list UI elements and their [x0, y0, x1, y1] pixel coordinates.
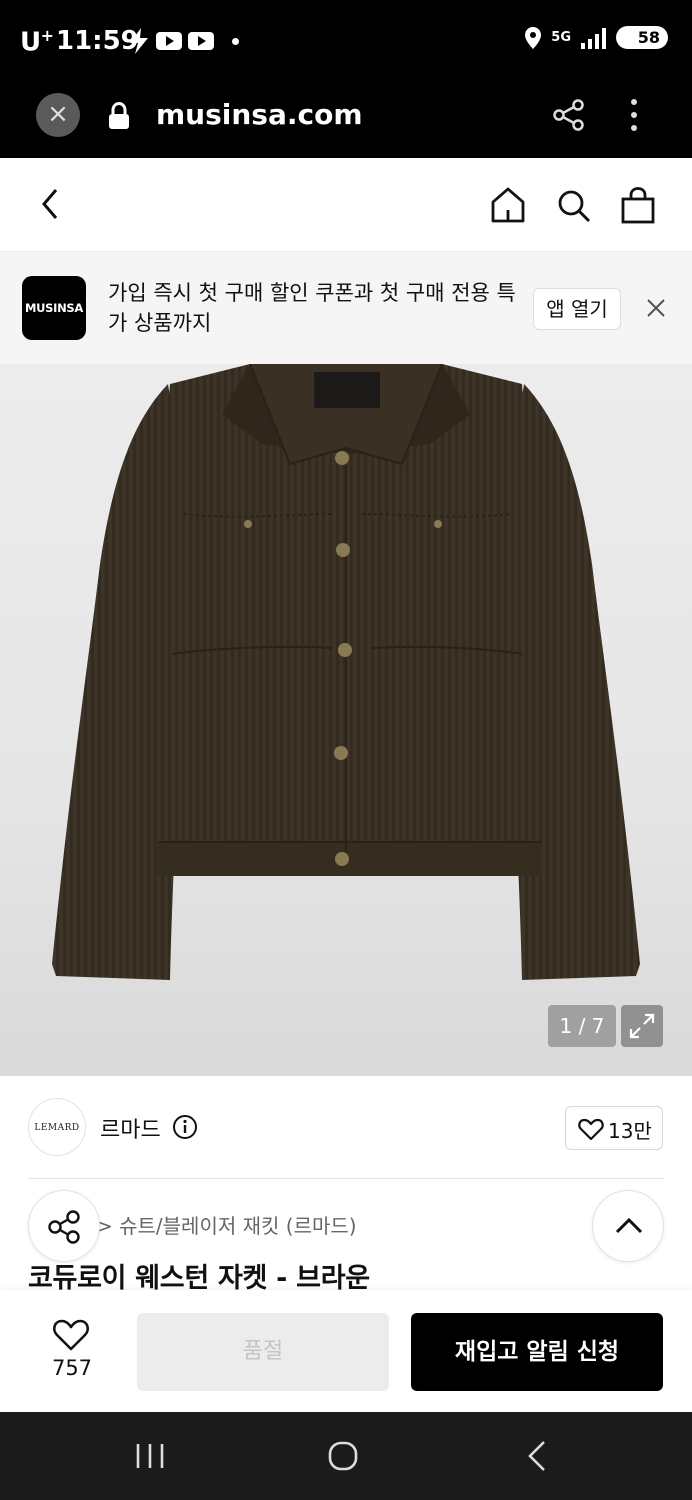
lock-icon — [109, 102, 129, 129]
nav-back-icon[interactable] — [526, 1440, 550, 1472]
brand-like-button[interactable]: 13만 — [565, 1106, 663, 1150]
category-breadcrumb[interactable]: > 슈트/블레이저 재킷 (르마드) — [96, 1210, 357, 1239]
wishlist-count: 757 — [51, 1356, 93, 1380]
heart-icon — [52, 1319, 90, 1351]
location-icon — [525, 26, 542, 49]
product-image[interactable] — [0, 364, 692, 1076]
back-arrow-icon[interactable] — [36, 186, 66, 222]
system-nav-bar — [0, 1412, 692, 1500]
system-icons: 5G 58 — [525, 26, 668, 49]
image-counter: 1 / 7 — [548, 1005, 616, 1047]
brand-name[interactable]: 르마드 — [100, 1112, 161, 1144]
product-page: U+ 11:59 5G 58 × musinsa.com MUSINSA 가입 … — [0, 0, 692, 1500]
home-circle-icon[interactable] — [328, 1440, 358, 1472]
home-icon[interactable] — [490, 186, 526, 224]
battery-indicator: 58 — [616, 26, 668, 49]
share-icon[interactable] — [552, 98, 586, 132]
signal-icon — [581, 27, 606, 49]
search-icon[interactable] — [556, 188, 592, 224]
scroll-top-button[interactable] — [592, 1190, 664, 1262]
app-promo-banner: MUSINSA 가입 즉시 첫 구매 할인 쿠폰과 첫 구매 전용 특가 상품까… — [0, 252, 692, 364]
share-floating-button[interactable] — [28, 1190, 100, 1262]
wishlist-button[interactable]: 757 — [36, 1314, 108, 1394]
purchase-action-bar: 757 품절 재입고 알림 신청 — [0, 1290, 692, 1412]
chevron-up-icon — [615, 1217, 643, 1234]
divider — [28, 1178, 664, 1179]
restock-alert-button[interactable]: 재입고 알림 신청 — [411, 1313, 663, 1391]
heart-icon — [578, 1118, 604, 1141]
status-bar: U+ 11:59 5G 58 — [0, 0, 692, 80]
youtube-icon — [156, 32, 182, 50]
site-header — [0, 158, 692, 252]
brand-row: LEMARD 르마드 13만 — [0, 1076, 692, 1180]
open-app-button[interactable]: 앱 열기 — [533, 288, 621, 330]
youtube-icon — [188, 32, 214, 50]
more-options-icon[interactable] — [628, 98, 640, 132]
notification-icons — [128, 28, 239, 54]
share-icon — [48, 1210, 80, 1244]
expand-icon[interactable] — [621, 1005, 663, 1047]
musinsa-logo: MUSINSA — [22, 276, 86, 340]
close-icon[interactable] — [644, 296, 668, 320]
brand-logo[interactable]: LEMARD — [28, 1098, 86, 1156]
network-type: 5G — [551, 29, 571, 45]
recent-apps-icon[interactable] — [134, 1442, 166, 1470]
clock: 11:59 — [56, 26, 139, 56]
jacket-photo — [52, 364, 640, 980]
close-tab-button[interactable]: × — [36, 93, 80, 137]
info-icon[interactable] — [172, 1114, 198, 1140]
carrier-label: U+ — [20, 26, 54, 58]
brand-like-count: 13만 — [608, 1119, 652, 1143]
more-notifications-dot — [232, 37, 239, 45]
charging-bolt-icon — [130, 28, 148, 54]
browser-url-bar: × musinsa.com — [0, 80, 692, 158]
url-text[interactable]: musinsa.com — [156, 98, 363, 131]
shopping-bag-icon[interactable] — [620, 186, 656, 224]
sold-out-button: 품절 — [137, 1313, 389, 1391]
promo-message: 가입 즉시 첫 구매 할인 쿠폰과 첫 구매 전용 특가 상품까지 — [108, 281, 516, 335]
